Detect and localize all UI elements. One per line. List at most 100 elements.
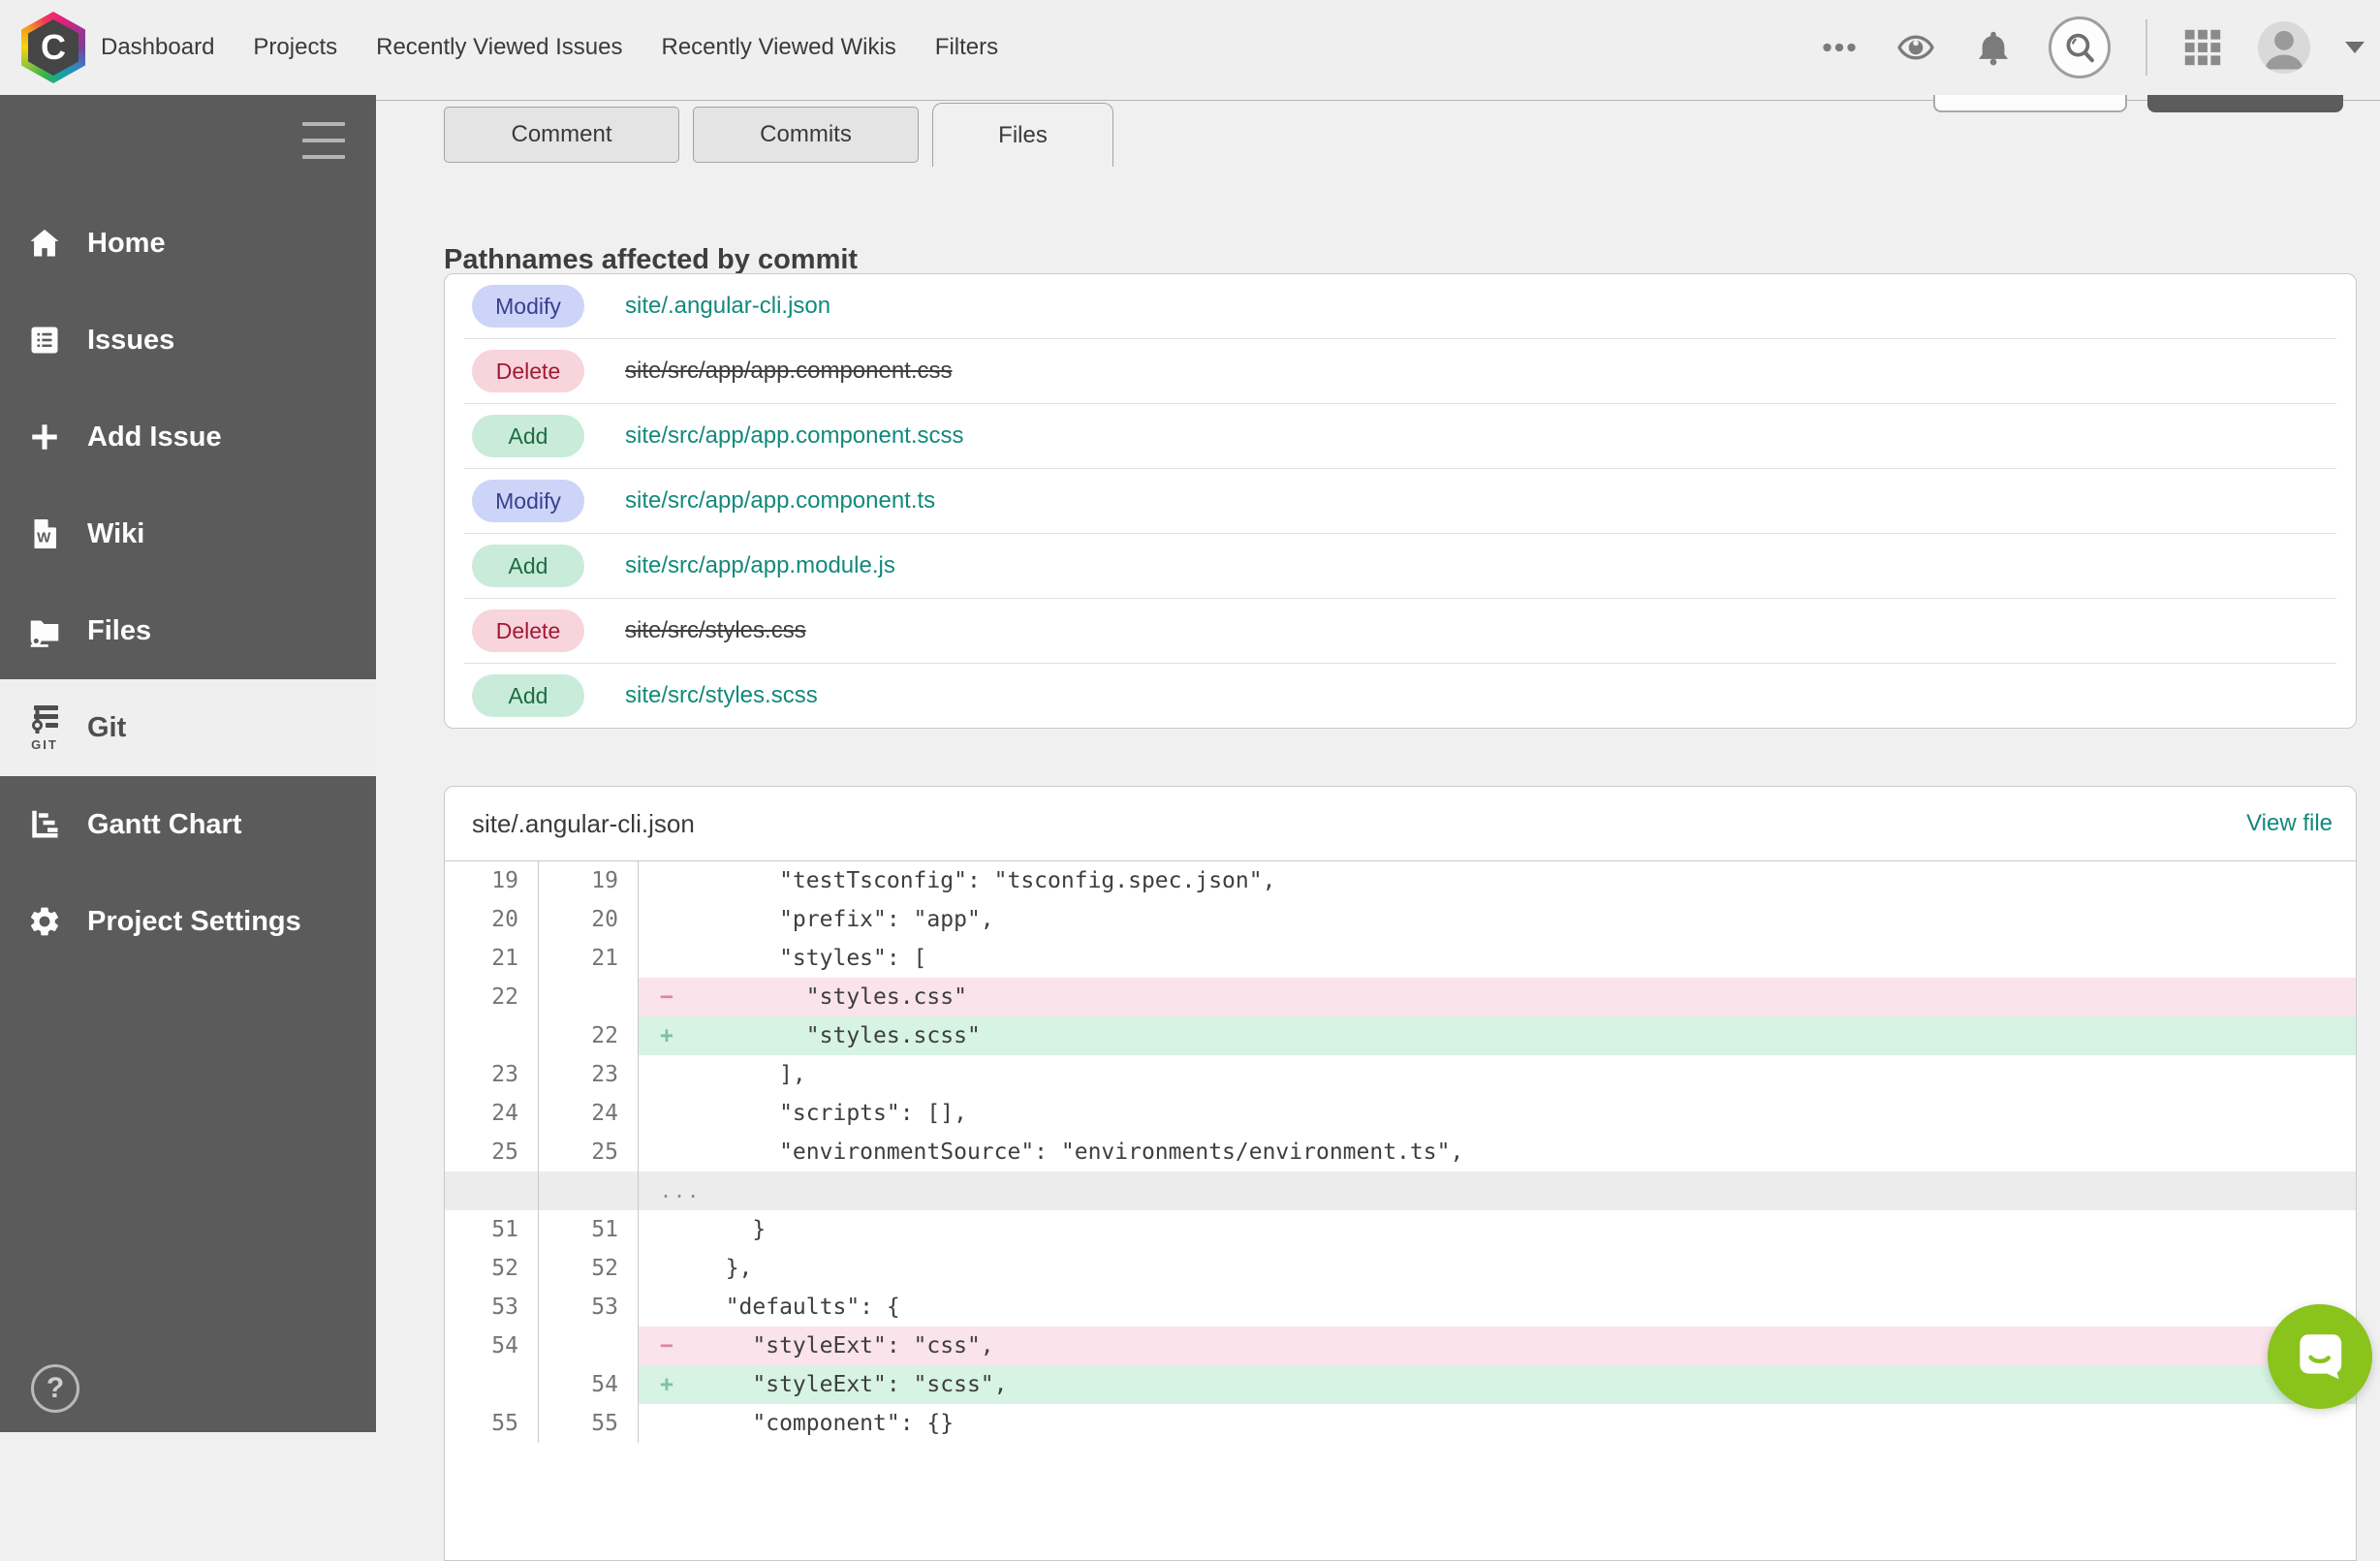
new-line-number [539,1171,639,1210]
sidebar-menu: Home Issues Add Issue WWiki Files GIT Git Gantt… [0,195,376,970]
avatar[interactable] [2258,21,2310,74]
old-line-number: 22 [445,978,539,1016]
new-line-number: 22 [539,1016,639,1055]
code-line: ... [639,1171,2356,1210]
nav-link-dashboard[interactable]: Dashboard [99,28,216,67]
main-content: CommentCommitsFiles Pathnames affected b… [376,95,2380,1432]
sidebar-item-files[interactable]: Files [0,582,376,679]
code-line: − "styleExt": "css", [639,1327,2356,1365]
new-line-number: 52 [539,1249,639,1288]
diff-row: 5555 "component": {} [445,1404,2356,1443]
code-line: "environmentSource": "environments/envir… [639,1133,2356,1171]
new-line-number: 19 [539,861,639,900]
file-path-link[interactable]: site/src/styles.scss [625,682,818,709]
sidebar-item-project-settings[interactable]: Project Settings [0,873,376,970]
sidebar-item-git[interactable]: GIT Git [0,679,376,776]
code-line: "defaults": { [639,1288,2356,1327]
diff-row: 2424 "scripts": [], [445,1094,2356,1133]
git-icon: GIT [25,704,64,752]
file-path-link[interactable]: site/src/app/app.module.js [625,552,895,579]
diff-row: 5353 "defaults": { [445,1288,2356,1327]
old-line-number [445,1365,539,1404]
view-file-link[interactable]: View file [2246,810,2333,837]
code-line: ], [639,1055,2356,1094]
tab-comment[interactable]: Comment [444,107,679,163]
sidebar-item-label: Home [87,228,166,260]
new-line-number [539,978,639,1016]
sidebar-item-wiki[interactable]: WWiki [0,485,376,582]
old-line-number: 52 [445,1249,539,1288]
sidebar-item-label: Git [87,712,126,744]
more-icon[interactable] [1820,28,1859,67]
diff-row: 2020 "prefix": "app", [445,900,2356,939]
diff-row: 5151 } [445,1210,2356,1249]
app-logo[interactable]: C [21,12,85,83]
sidebar-item-add-issue[interactable]: Add Issue [0,389,376,485]
tab-files[interactable]: Files [932,103,1113,167]
old-line-number: 53 [445,1288,539,1327]
file-path-link[interactable]: site/.angular-cli.json [625,293,830,320]
diff-row: 5252 }, [445,1249,2356,1288]
old-line-number: 19 [445,861,539,900]
file-path-link[interactable]: site/src/app/app.component.scss [625,422,964,450]
sidebar-item-label: Files [87,615,151,647]
new-line-number: 20 [539,900,639,939]
diff-row: 54 − "styleExt": "css", [445,1327,2356,1365]
diff-row: 2121 "styles": [ [445,939,2356,978]
sidebar: Home Issues Add Issue WWiki Files GIT Git Gantt… [0,95,376,1432]
diff-row: 1919 "testTsconfig": "tsconfig.spec.json… [445,861,2356,900]
nav-link-recently-viewed-issues[interactable]: Recently Viewed Issues [374,28,624,67]
caret-down-icon[interactable] [2345,42,2364,53]
nav-link-filters[interactable]: Filters [933,28,1000,67]
pathnames-card: Modify site/.angular-cli.json Delete site/s… [444,273,2357,729]
diff-table: 1919 "testTsconfig": "tsconfig.spec.json… [445,861,2356,1443]
settings-icon [25,904,64,939]
chat-bubble-icon[interactable] [2268,1304,2372,1409]
code-line: + "styleExt": "scss", [639,1365,2356,1404]
sidebar-item-home[interactable]: Home [0,195,376,292]
apps-grid-icon[interactable] [2182,27,2223,68]
action-badge-delete: Delete [472,609,584,652]
diff-row: 2525 "environmentSource": "environments/… [445,1133,2356,1171]
pathnames-list: Modify site/.angular-cli.json Delete site/s… [445,274,2356,728]
git-icon-caption: GIT [31,737,58,752]
action-badge-modify: Modify [472,480,584,522]
code-line: "scripts": [], [639,1094,2356,1133]
navbar-divider [2145,19,2147,76]
old-line-number: 54 [445,1327,539,1365]
sidebar-item-label: Project Settings [87,906,301,938]
sidebar-item-gantt-chart[interactable]: Gantt Chart [0,776,376,873]
search-icon[interactable] [2049,16,2111,78]
sidebar-item-label: Wiki [87,518,144,550]
old-line-number: 20 [445,900,539,939]
files-icon [25,613,64,648]
diff-row: 22 − "styles.css" [445,978,2356,1016]
code-line: − "styles.css" [639,978,2356,1016]
issues-icon [25,323,64,358]
file-change-row: Addsite/src/styles.scss [445,664,2356,728]
sidebar-item-label: Add Issue [87,421,222,453]
nav-link-recently-viewed-wikis[interactable]: Recently Viewed Wikis [659,28,897,67]
action-badge-modify: Modify [472,285,584,328]
add-issue-icon [25,420,64,454]
sidebar-item-label: Gantt Chart [87,809,242,841]
new-line-number: 24 [539,1094,639,1133]
new-line-number: 23 [539,1055,639,1094]
hamburger-menu-icon[interactable] [302,122,345,172]
file-change-row: Modify site/.angular-cli.json [445,274,2356,338]
sidebar-item-issues[interactable]: Issues [0,292,376,389]
nav-link-projects[interactable]: Projects [251,28,339,67]
bell-icon[interactable] [1973,27,2014,68]
diff-card: site/.angular-cli.json View file 1919 "t… [444,786,2357,1561]
code-line: "prefix": "app", [639,900,2356,939]
file-path-link[interactable]: site/src/app/app.component.ts [625,487,935,515]
new-line-number: 21 [539,939,639,978]
deleted-file-path: site/src/styles.css [625,617,806,644]
new-line-number: 55 [539,1404,639,1443]
navbar-right [1820,16,2364,78]
file-change-row: Addsite/src/app/app.module.js [445,534,2356,598]
tab-commits[interactable]: Commits [693,107,919,163]
gantt-icon [25,807,64,842]
help-icon[interactable]: ? [31,1364,79,1413]
eye-icon[interactable] [1894,28,1938,67]
